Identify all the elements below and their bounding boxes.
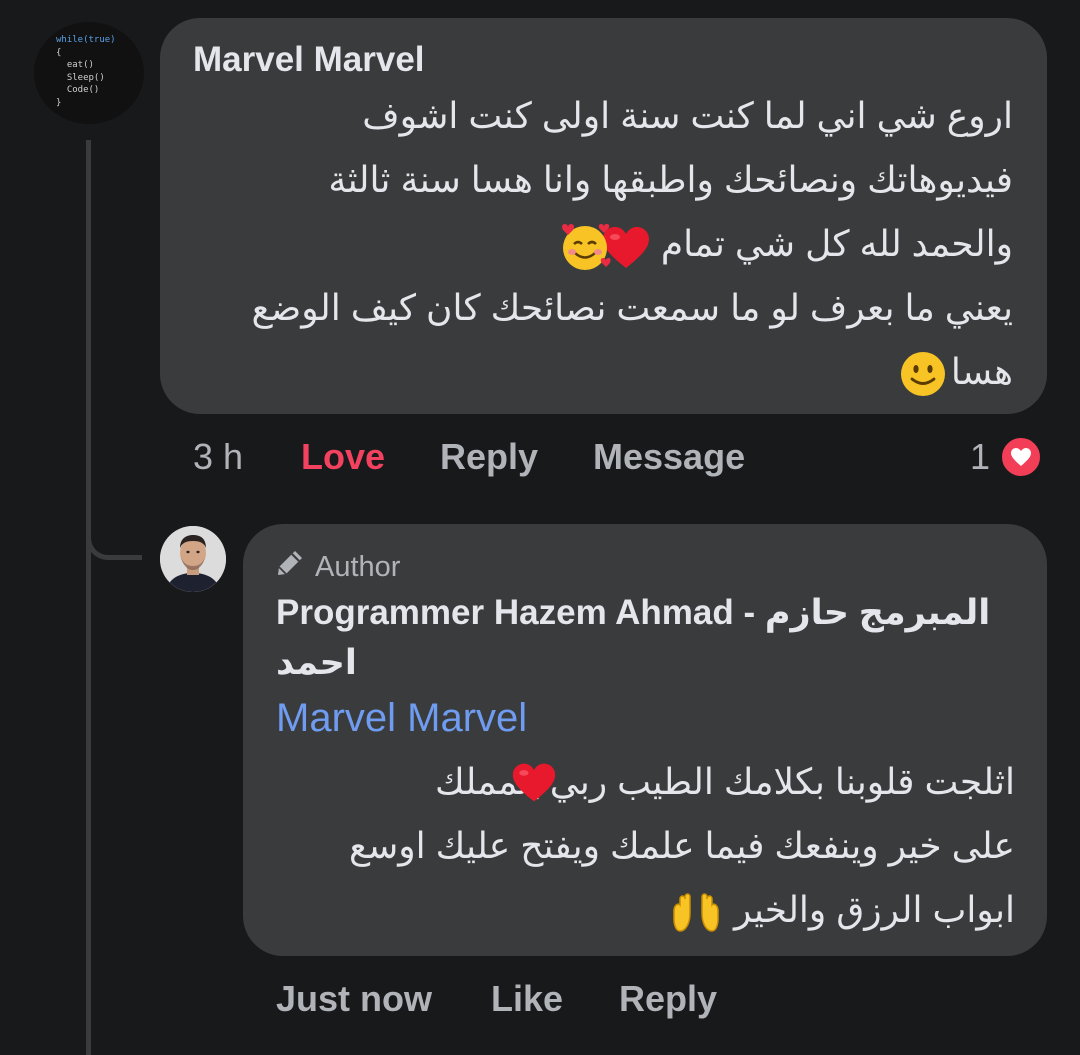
reaction-count: 1 — [970, 436, 991, 477]
reply-actions: Just now Like Reply — [0, 978, 1080, 1022]
thread-line — [86, 140, 91, 1055]
reply-text-line: ابواب الرزق والخير — [734, 889, 1015, 930]
avatar-code-text: while(true) { eat() Sleep() Code() } — [56, 34, 116, 109]
author-badge: Author — [275, 548, 400, 586]
mention-link[interactable]: Marvel Marvel — [276, 696, 527, 741]
love-reaction-icon — [998, 434, 1045, 480]
comment-text-line: فيديوهاتك ونصائحك واطبقها وانا هسا سنة ث… — [328, 159, 1013, 200]
love-button[interactable]: Love — [301, 436, 385, 478]
comment-text-line-with-emoji: هسا — [213, 340, 1013, 404]
message-button[interactable]: Message — [593, 436, 745, 478]
reaction-summary[interactable]: 1 — [970, 434, 1045, 480]
reply-button[interactable]: Reply — [440, 436, 538, 478]
thread-connector — [86, 510, 142, 560]
comment-text-line: يعني ما بعرف لو ما سمعت نصائحك كان كيف ا… — [251, 287, 1013, 328]
avatar-code-line: Sleep() — [56, 72, 105, 83]
avatar-code-line: } — [56, 97, 62, 108]
comment-text-line-with-emoji: والحمد لله كل شي تمام — [213, 212, 1013, 276]
comment-text-line: هسا — [950, 351, 1013, 392]
avatar[interactable]: while(true) { eat() Sleep() Code() } — [34, 22, 144, 124]
reply-text: اثلجت قلوبنا بكلامك الطيب ربي يتمملك على… — [255, 750, 1015, 942]
reply-timestamp[interactable]: Just now — [276, 978, 432, 1020]
comment-text: اروع شي اني لما كنت سنة اولى كنت اشوف في… — [213, 84, 1013, 404]
comment-timestamp[interactable]: 3 h — [193, 436, 243, 478]
comment-text-line: والحمد لله كل شي تمام — [660, 223, 1013, 264]
comment-text-line: اروع شي اني لما كنت سنة اولى كنت اشوف — [362, 95, 1013, 136]
avatar-code-line: Code() — [56, 85, 100, 95]
smiling-face-with-hearts-emoji — [559, 220, 611, 272]
heart-emoji — [511, 762, 556, 802]
reply-text-line-with-emoji: اثلجت قلوبنا بكلامك الطيب ربي يتمملك — [255, 750, 1015, 814]
avatar-code-line: while(true) — [56, 35, 116, 45]
avatar-code-line: eat() — [56, 60, 94, 70]
slightly-smiling-face-emoji — [899, 350, 947, 398]
avatar[interactable] — [160, 526, 226, 592]
pencil-icon — [275, 548, 305, 586]
author-badge-label: Author — [315, 550, 401, 583]
comment-bubble[interactable]: Marvel Marvel اروع شي اني لما كنت سنة او… — [160, 18, 1047, 414]
reply-button[interactable]: Reply — [619, 978, 717, 1020]
raising-hands-emoji — [672, 891, 722, 933]
reply-text-line: على خير وينفعك فيما علمك ويفتح عليك اوسع — [348, 825, 1015, 866]
reply-author-name[interactable]: Programmer Hazem Ahmad - المبرمج حازم اح… — [276, 588, 1016, 688]
comment-author-name[interactable]: Marvel Marvel — [193, 40, 425, 80]
like-button[interactable]: Like — [491, 978, 563, 1020]
reply-bubble[interactable]: Author Programmer Hazem Ahmad - المبرمج … — [243, 524, 1047, 956]
comment-actions: 3 h Love Reply Message — [0, 436, 1080, 480]
heart-emoji — [602, 226, 651, 269]
avatar-code-line: { — [56, 47, 62, 58]
reply-text-line-with-emoji: ابواب الرزق والخير — [255, 878, 1015, 942]
